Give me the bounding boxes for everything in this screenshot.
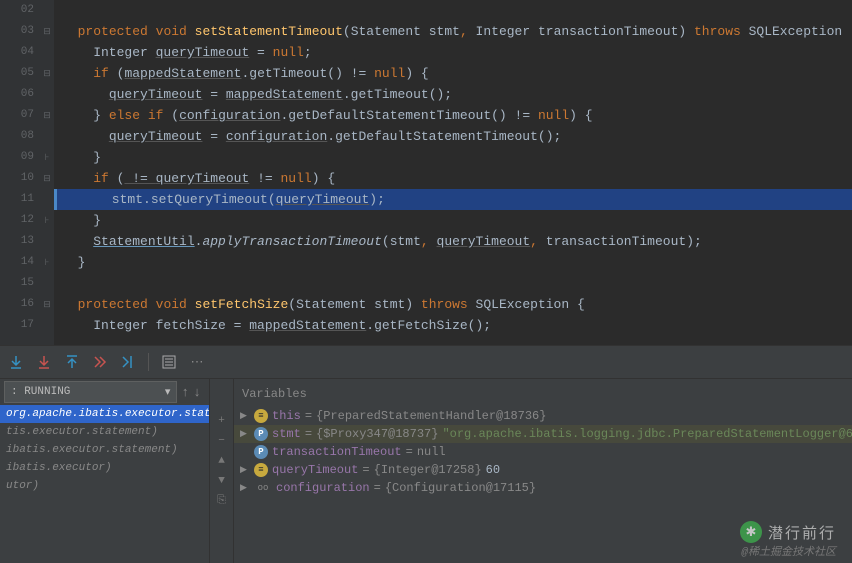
variable-row[interactable]: ▶oo configuration = {Configuration@17115… — [234, 479, 852, 497]
variables-title: Variables — [234, 387, 852, 407]
var-name: stmt — [272, 427, 301, 441]
watermark-sub: @稀土掘金技术社区 — [741, 543, 836, 559]
step-into-icon[interactable] — [36, 354, 52, 370]
expand-arrow-icon[interactable]: ▶ — [240, 465, 250, 475]
var-value: null — [417, 445, 446, 459]
fold-column[interactable]: ⊟ ⊟⊟ ⊦⊟ ⊦ ⊦⊟ — [40, 0, 54, 345]
code-editor[interactable]: 02 03 04 05 06 07 08 09 10 11 12 13 14 1… — [0, 0, 852, 345]
step-out-icon[interactable] — [64, 354, 80, 370]
var-type-icon: oo — [254, 481, 272, 495]
toolbar-separator — [148, 353, 149, 371]
force-step-icon[interactable] — [92, 354, 108, 370]
run-to-cursor-icon[interactable] — [120, 354, 136, 370]
var-value: {PreparedStatementHandler@18736} — [316, 409, 546, 423]
var-name: transactionTimeout — [272, 445, 402, 459]
expand-arrow-icon[interactable]: ▶ — [240, 429, 250, 439]
thread-label: : RUNNING — [11, 386, 70, 398]
stack-frame[interactable]: ibatis.executor) — [0, 459, 209, 477]
variable-row[interactable]: ▶≡ this = {PreparedStatementHandler@1873… — [234, 407, 852, 425]
var-type-icon: P — [254, 445, 268, 459]
variable-row[interactable]: ▶≡ queryTimeout = {Integer@17258} 60 — [234, 461, 852, 479]
var-value: {Integer@17258} — [374, 463, 482, 477]
var-name: this — [272, 409, 301, 423]
stack-frame[interactable]: tis.executor.statement) — [0, 423, 209, 441]
var-value: {$Proxy347@18737} — [316, 427, 438, 441]
var-type-icon: ≡ — [254, 463, 268, 477]
stack-frame[interactable]: org.apache.ibatis.executor.statement) — [0, 405, 209, 423]
expand-arrow-icon[interactable]: ▶ — [240, 411, 250, 421]
wechat-icon: ✱ — [740, 521, 762, 543]
line-number-gutter[interactable]: 02 03 04 05 06 07 08 09 10 11 12 13 14 1… — [0, 0, 40, 345]
var-name: configuration — [276, 481, 370, 495]
var-type-icon: ≡ — [254, 409, 268, 423]
variable-row[interactable]: ▶P stmt = {$Proxy347@18737} "org.apache.… — [234, 425, 852, 443]
add-watch-icon[interactable]: + — [210, 411, 233, 431]
code-content[interactable]: protected void setStatementTimeout(State… — [54, 0, 852, 345]
chevron-down-icon: ▾ — [165, 385, 171, 399]
watch-up-icon[interactable]: ▲ — [210, 451, 233, 471]
vars-gutter: + − ▲ ▼ ⎘ — [210, 379, 234, 563]
more-icon[interactable]: ⋯ — [189, 354, 205, 370]
var-value: {Configuration@17115} — [385, 481, 536, 495]
frame-down-icon[interactable]: ↓ — [193, 385, 201, 400]
debug-toolbar: ⋯ — [0, 345, 852, 379]
frames-panel: : RUNNING ▾ ↑ ↓ org.apache.ibatis.execut… — [0, 379, 210, 563]
expand-arrow-icon[interactable]: ▶ — [240, 483, 250, 493]
var-type-icon: P — [254, 427, 268, 441]
frame-up-icon[interactable]: ↑ — [181, 385, 189, 400]
stack-frame[interactable]: utor) — [0, 477, 209, 495]
var-name: queryTimeout — [272, 463, 358, 477]
variable-row[interactable]: P transactionTimeout = null — [234, 443, 852, 461]
debug-panel: : RUNNING ▾ ↑ ↓ org.apache.ibatis.execut… — [0, 379, 852, 563]
copy-icon[interactable]: ⎘ — [210, 491, 233, 511]
remove-watch-icon[interactable]: − — [210, 431, 233, 451]
stack-frame[interactable]: ibatis.executor.statement) — [0, 441, 209, 459]
watermark: ✱ 潜行前行 — [740, 521, 836, 543]
watch-down-icon[interactable]: ▼ — [210, 471, 233, 491]
thread-selector[interactable]: : RUNNING ▾ — [4, 381, 177, 403]
evaluate-icon[interactable] — [161, 354, 177, 370]
step-over-icon[interactable] — [8, 354, 24, 370]
